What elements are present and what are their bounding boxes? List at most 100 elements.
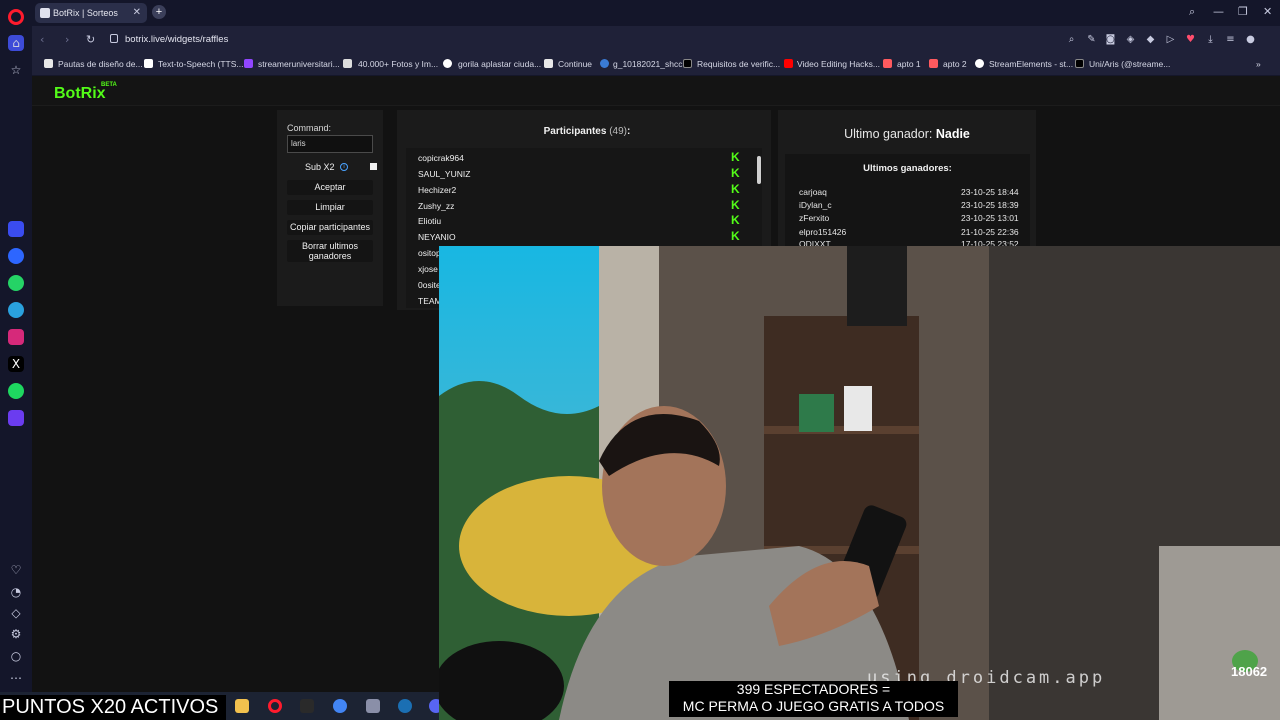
- participant-name: NEYANIO: [418, 232, 456, 242]
- whatsapp-icon[interactable]: [8, 275, 24, 291]
- badge-number: 18062: [1231, 664, 1268, 679]
- download-icon[interactable]: ⤓: [1205, 34, 1216, 45]
- heart-icon[interactable]: ♡: [8, 562, 24, 578]
- command-input[interactable]: laris: [287, 135, 373, 153]
- clear-button[interactable]: Limpiar: [287, 200, 373, 215]
- bookmark-item[interactable]: Video Editing Hacks...: [797, 59, 880, 69]
- bookmark-item[interactable]: Uni/Aris (@streame...: [1089, 59, 1170, 69]
- search-icon[interactable]: ⌕: [1066, 34, 1077, 45]
- vpn-icon[interactable]: ◆: [1145, 34, 1156, 45]
- maximize-icon[interactable]: ❐: [1238, 5, 1248, 18]
- aria-icon[interactable]: [8, 221, 24, 237]
- x-twitter-icon[interactable]: X: [8, 356, 24, 372]
- participants-count: (49): [609, 126, 628, 137]
- chrome-icon[interactable]: [333, 699, 347, 713]
- bookmark-item[interactable]: Text-to-Speech (TTS...: [158, 59, 244, 69]
- reload-icon[interactable]: ↻: [86, 33, 95, 46]
- close-tab-icon[interactable]: ✕: [133, 3, 141, 23]
- participant-name: Zushy_zz: [418, 201, 455, 211]
- tab-bar: BotRix | Sorteos ✕ + ⌕ — ❐ ✕: [32, 0, 1280, 26]
- tts-icon: [144, 59, 153, 68]
- doc-icon: [544, 59, 553, 68]
- minimize-icon[interactable]: —: [1213, 5, 1224, 18]
- doc-icon: [44, 59, 53, 68]
- winner-date: 23-10-25 18:44: [961, 187, 1019, 197]
- bookmark-item[interactable]: apto 2: [943, 59, 967, 69]
- screen: ⌂ ☆ X ♡ ◔ ◇ ⚙ ○ ⋯ BotRix | Sorteos ✕ + ⌕…: [0, 0, 1280, 720]
- brand-logo[interactable]: BotRix: [54, 85, 106, 103]
- bookmark-item[interactable]: apto 1: [897, 59, 921, 69]
- address-bar: ‹ › ↻ botrix.live/widgets/raffles ⌕ ✎ ◙ …: [32, 26, 1280, 54]
- info-icon[interactable]: i: [340, 163, 348, 171]
- more-icon[interactable]: ⋯: [8, 670, 24, 686]
- botrix-favicon-icon: [40, 8, 50, 18]
- link-icon: [600, 59, 609, 68]
- accept-button[interactable]: Aceptar: [287, 180, 373, 195]
- home-icon[interactable]: ⌂: [8, 35, 24, 51]
- spotify-icon[interactable]: [8, 383, 24, 399]
- winner-date: 21-10-25 22:36: [961, 227, 1019, 237]
- new-tab-button[interactable]: +: [152, 5, 166, 19]
- forward-icon[interactable]: ›: [65, 33, 69, 46]
- settings-icon[interactable]: ⚙: [8, 626, 24, 642]
- copy-participants-button[interactable]: Copiar participantes: [287, 220, 373, 235]
- bookmarks-bar: Pautas de diseño de... Text-to-Speech (T…: [32, 54, 1280, 76]
- participant-name: copicrak964: [418, 153, 464, 163]
- kick-icon: K: [731, 166, 740, 180]
- winner-name: carjoaq: [799, 187, 827, 197]
- bookmark-item[interactable]: 40.000+ Fotos y Im...: [358, 59, 438, 69]
- file-explorer-icon[interactable]: [235, 699, 249, 713]
- last-winner-label: Ultimo ganador:: [844, 127, 933, 141]
- bulb-icon[interactable]: ○: [8, 648, 24, 664]
- participant-name: Eliotiu: [418, 216, 442, 226]
- opera-logo-icon[interactable]: [8, 9, 24, 25]
- caption-line-1: 399 ESPECTADORES =: [736, 681, 891, 697]
- participant-name: 0osite: [418, 280, 441, 290]
- bookmark-item[interactable]: g_10182021_shcc: [613, 59, 682, 69]
- bookmark-item[interactable]: gorila aplastar ciuda...: [458, 59, 541, 69]
- tiktok-icon: [1075, 59, 1084, 68]
- bookmarks-overflow-icon[interactable]: »: [1256, 59, 1261, 69]
- telegram-icon[interactable]: [8, 302, 24, 318]
- opera-sidebar: ⌂ ☆ X ♡ ◔ ◇ ⚙ ○ ⋯: [0, 0, 32, 692]
- phone-box: [844, 386, 872, 431]
- last-winner-value: Nadie: [935, 127, 970, 141]
- messenger-icon[interactable]: [8, 248, 24, 264]
- youtube-icon: [784, 59, 793, 68]
- app-taskbar-icon[interactable]: [300, 699, 314, 713]
- player-icon[interactable]: [8, 410, 24, 426]
- scrollbar-thumb[interactable]: [757, 156, 761, 184]
- kick-icon: K: [731, 150, 740, 164]
- bookmark-item[interactable]: Pautas de diseño de...: [58, 59, 143, 69]
- bookmark-item[interactable]: streameruniversitari...: [258, 59, 340, 69]
- shield-icon[interactable]: ◈: [1125, 34, 1136, 45]
- camera-icon[interactable]: ◙: [1105, 34, 1116, 45]
- close-window-icon[interactable]: ✕: [1263, 5, 1272, 18]
- star-icon[interactable]: ☆: [8, 62, 24, 78]
- edit-icon[interactable]: ✎: [1086, 34, 1097, 45]
- delete-winners-button[interactable]: Borrar ultimos ganadores: [287, 240, 373, 262]
- history-icon[interactable]: ◔: [8, 584, 24, 600]
- tab-botrix[interactable]: BotRix | Sorteos ✕: [35, 3, 147, 23]
- profile-icon[interactable]: ●: [1245, 34, 1256, 45]
- opera-taskbar-icon[interactable]: [268, 699, 282, 713]
- airbnb-icon: [929, 59, 938, 68]
- x-twitter-icon: [683, 59, 692, 68]
- bookmark-item[interactable]: StreamElements - st...: [989, 59, 1073, 69]
- ladder: [1159, 546, 1280, 720]
- play-icon[interactable]: ▷: [1165, 34, 1176, 45]
- winner-name: elpro151426: [799, 227, 847, 237]
- url-field[interactable]: botrix.live/widgets/raffles: [125, 34, 228, 45]
- kick-icon: K: [731, 198, 740, 212]
- search-tabs-icon[interactable]: ⌕: [1189, 5, 1195, 19]
- bookmark-item[interactable]: Requisitos de verific...: [697, 59, 780, 69]
- sub-x2-checkbox[interactable]: [370, 163, 377, 170]
- heart-icon[interactable]: ♥: [1185, 34, 1196, 45]
- instagram-icon[interactable]: [8, 329, 24, 345]
- box-icon[interactable]: ◇: [8, 605, 24, 621]
- bookmark-item[interactable]: Continue: [558, 59, 592, 69]
- steam-icon[interactable]: [398, 699, 412, 713]
- back-icon[interactable]: ‹: [40, 33, 44, 46]
- app-taskbar-icon[interactable]: [366, 699, 380, 713]
- menu-icon[interactable]: ≡: [1225, 34, 1236, 45]
